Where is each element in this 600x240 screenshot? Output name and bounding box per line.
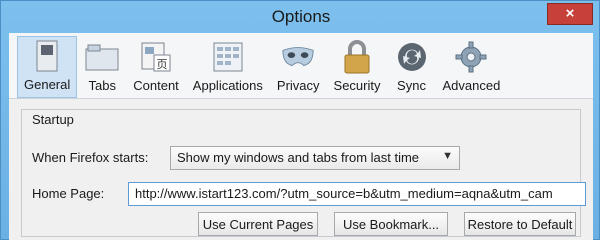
use-current-pages-button[interactable]: Use Current Pages (198, 212, 318, 236)
gear-icon (454, 40, 488, 74)
options-window: Options × General Tabs 页 Content Applica… (0, 0, 600, 240)
home-page-input[interactable]: http://www.istart123.com/?utm_source=b&u… (128, 182, 586, 206)
home-page-label: Home Page: (32, 186, 105, 201)
startup-group: Startup When Firefox starts: Show my win… (21, 109, 586, 237)
switch-icon (30, 39, 64, 73)
tab-privacy[interactable]: Privacy (271, 36, 326, 98)
tab-general[interactable]: General (17, 36, 78, 98)
tab-advanced-label: Advanced (442, 78, 501, 93)
content-icon: 页 (139, 40, 173, 74)
tab-advanced[interactable]: Advanced (437, 36, 507, 98)
close-button[interactable]: × (547, 3, 593, 25)
window-title: Options (271, 7, 331, 26)
mask-icon (281, 40, 315, 74)
preferences-toolbar: General Tabs 页 Content Applications Priv… (9, 33, 593, 99)
tab-content[interactable]: 页 Content (127, 36, 185, 98)
restore-to-default-button[interactable]: Restore to Default (464, 212, 576, 236)
tab-sync[interactable]: Sync (389, 36, 435, 98)
chevron-down-icon: ▼ (442, 150, 453, 162)
tab-sync-label: Sync (397, 78, 426, 93)
tab-security-label: Security (333, 78, 381, 93)
startup-behavior-value: Show my windows and tabs from last time (177, 150, 420, 165)
title-bar[interactable]: Options × (1, 1, 600, 33)
tab-tabs[interactable]: Tabs (79, 36, 125, 98)
startup-behavior-select[interactable]: Show my windows and tabs from last time … (170, 146, 460, 170)
tab-content-label: Content (133, 78, 179, 93)
svg-text:页: 页 (157, 59, 168, 71)
tab-security[interactable]: Security (328, 36, 387, 98)
sync-icon (395, 40, 429, 74)
tab-tabs-label: Tabs (88, 78, 116, 93)
home-page-value: http://www.istart123.com/?utm_source=b&u… (135, 186, 553, 201)
when-firefox-starts-label: When Firefox starts: (32, 150, 149, 165)
tab-applications[interactable]: Applications (187, 36, 269, 98)
general-pane: Startup When Firefox starts: Show my win… (9, 99, 593, 240)
startup-group-label: Startup (32, 112, 74, 127)
padlock-icon (340, 40, 374, 74)
folder-tabs-icon (85, 40, 119, 74)
tab-applications-label: Applications (192, 78, 263, 93)
use-bookmark-button[interactable]: Use Bookmark... (334, 212, 448, 236)
tab-privacy-label: Privacy (276, 78, 320, 93)
tab-general-label: General (24, 77, 71, 92)
applications-icon (211, 40, 245, 74)
